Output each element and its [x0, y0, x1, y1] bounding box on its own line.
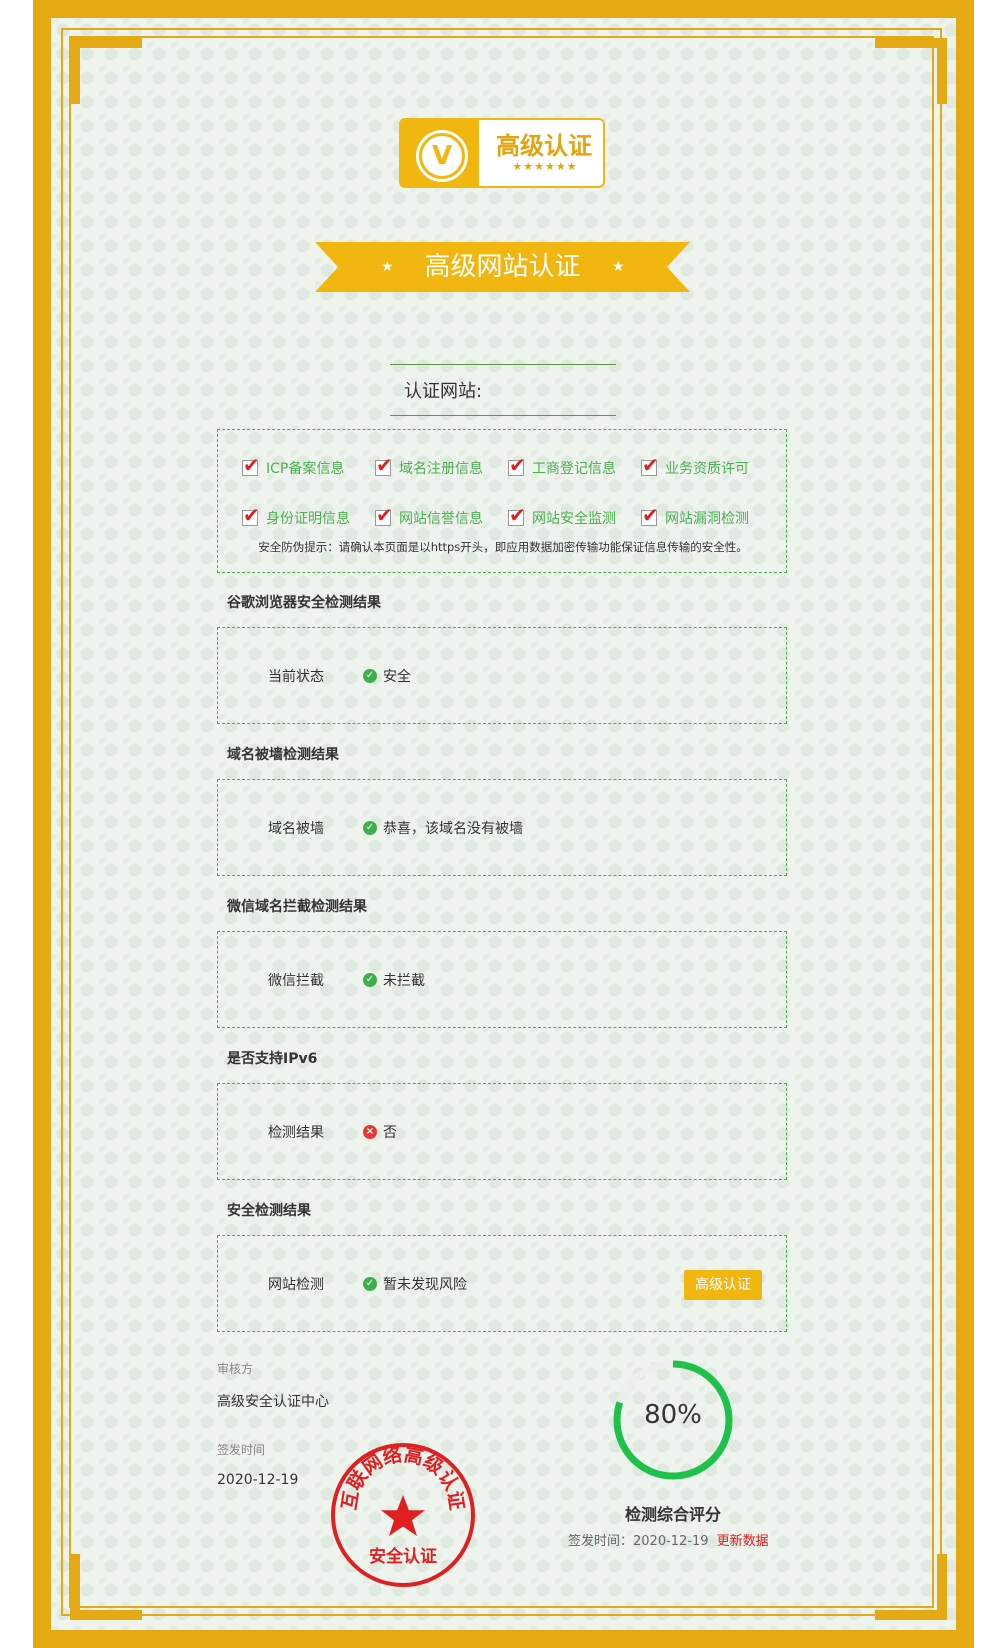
result-key: 当前状态: [268, 669, 324, 685]
verification-checklist: ✔ ICP备案信息 ✔ 域名注册信息 ✔ 工商登记信息 ✔ 业务资质许可 ✔ 身…: [217, 429, 787, 573]
v-logo-icon: V: [419, 133, 465, 179]
seal-bottom-text: 安全认证: [369, 1546, 437, 1567]
section-title-domain-blocked: 域名被墙检测结果: [227, 747, 339, 763]
section-title-security: 安全检测结果: [227, 1203, 311, 1219]
certified-site-field: 认证网站:: [390, 364, 616, 416]
result-box-ipv6: 检测结果 × 否: [217, 1083, 787, 1180]
result-box-wechat: 微信拦截 ✓ 未拦截: [217, 931, 787, 1028]
section-title-wechat: 微信域名拦截检测结果: [227, 899, 367, 915]
badge-icon-area: V: [401, 120, 479, 186]
result-value: 否: [383, 1125, 397, 1141]
check-icon: ✔: [376, 503, 393, 527]
check-circle-icon: ✓: [363, 821, 377, 835]
official-seal: 互联网络高级认证 安全认证: [331, 1443, 475, 1587]
title-ribbon: ★ ★ 高级网站认证: [315, 242, 690, 292]
result-value: 未拦截: [383, 973, 425, 989]
section-title-ipv6: 是否支持IPv6: [227, 1051, 318, 1067]
result-box-domain-blocked: 域名被墙 ✓ 恭喜，该域名没有被墙: [217, 779, 787, 876]
check-icon: ✔: [243, 453, 260, 477]
result-box-google: 当前状态 ✓ 安全: [217, 627, 787, 724]
sign-label: 签发时间：: [568, 1534, 634, 1549]
corner-ornament-top-left: [70, 38, 142, 104]
check-icon: ✔: [509, 503, 526, 527]
sign-line: 签发时间：2020-12-19 更新数据: [568, 1530, 808, 1549]
cross-circle-icon: ×: [363, 1125, 377, 1139]
seal-star-icon: [381, 1495, 425, 1536]
score-title: 检测综合评分: [624, 1505, 721, 1524]
result-value: 恭喜，该域名没有被墙: [383, 821, 523, 837]
check-circle-icon: ✓: [363, 1277, 377, 1291]
badge-title: 高级认证: [496, 132, 592, 160]
result-key: 网站检测: [268, 1277, 324, 1293]
section-title-google: 谷歌浏览器安全检测结果: [227, 595, 381, 611]
reviewer-label: 审核方: [217, 1362, 254, 1376]
check-icon: ✔: [376, 453, 393, 477]
advanced-cert-badge: V 高级认证 ★★★★★★: [399, 118, 605, 188]
result-key: 微信拦截: [268, 973, 324, 989]
result-key: 检测结果: [268, 1125, 324, 1141]
corner-ornament-bottom-left: [70, 1554, 142, 1620]
check-icon: ✔: [642, 453, 659, 477]
check-icon: ✔: [509, 453, 526, 477]
advanced-cert-button[interactable]: 高级认证: [684, 1270, 762, 1300]
badge-stars: ★★★★★★: [512, 160, 578, 173]
check-icon: ✔: [243, 503, 260, 527]
page-title: 高级网站认证: [424, 252, 581, 282]
sign-date: 2020-12-19: [633, 1534, 709, 1549]
check-circle-icon: ✓: [363, 973, 377, 987]
corner-ornament-bottom-right: [875, 1554, 947, 1620]
corner-ornament-top-right: [875, 38, 947, 104]
security-tip: 安全防伪提示：请确认本页面是以https开头，即应用数据加密传输功能保证信息传输…: [258, 540, 748, 554]
issue-date-label: 签发时间: [217, 1443, 266, 1457]
result-value: 安全: [383, 669, 411, 685]
result-key: 域名被墙: [268, 821, 324, 837]
issue-date-value: 2020-12-19: [217, 1472, 299, 1488]
reviewer-value: 高级安全认证中心: [217, 1394, 329, 1410]
check-circle-icon: ✓: [363, 669, 377, 683]
certified-site-label: 认证网站:: [404, 381, 483, 402]
check-icon: ✔: [642, 503, 659, 527]
result-box-security: 网站检测 ✓ 暂未发现风险 高级认证: [217, 1235, 787, 1332]
result-value: 暂未发现风险: [383, 1277, 467, 1293]
update-data-link[interactable]: 更新数据: [717, 1534, 769, 1549]
score-percent: 80%: [644, 1400, 702, 1430]
